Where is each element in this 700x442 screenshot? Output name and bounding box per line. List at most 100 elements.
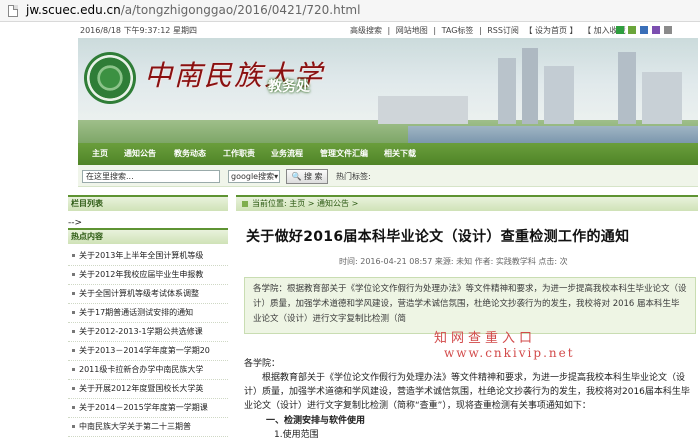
nav-process[interactable]: 业务流程 <box>271 148 303 159</box>
url-host: jw.scuec.edu.cn <box>26 3 121 17</box>
list-item[interactable]: 关于开展2012年度暨国校长大学英 <box>68 380 228 399</box>
bullet-icon <box>72 330 75 333</box>
article-meta: 时间: 2016-04-21 08:57 来源: 未知 作者: 实践教学科 点击… <box>339 257 568 266</box>
site-container: 2016/8/18 下午9:37:12 星期四 高级搜索 | 网站地图 | TA… <box>68 22 698 440</box>
list-item[interactable]: 2011级卡拉新合办学中南民族大学 <box>68 361 228 380</box>
watermark-url: www.cnkivip.net <box>444 346 575 360</box>
nav-duties[interactable]: 工作职责 <box>223 148 255 159</box>
building <box>642 72 682 124</box>
list-item-label: 中南民族大学关于第二十三期普 <box>79 422 191 431</box>
article-title: 关于做好2016届本科毕业论文（设计）查重检测工作的通知 <box>246 229 630 245</box>
list-item-label: 关于17期普通话测试安排的通知 <box>79 308 194 317</box>
list-item-label: 关于2012年我校应届毕业生申报教 <box>79 270 204 279</box>
nav-notices[interactable]: 通知公告 <box>124 148 156 159</box>
bullet-icon <box>72 406 75 409</box>
list-item-label: 关于全国计算机等级考试体系调整 <box>79 289 199 298</box>
list-item[interactable]: 关于全国计算机等级考试体系调整 <box>68 285 228 304</box>
breadcrumb-label: 当前位置: <box>252 199 287 208</box>
article-subheading: 1.使用范围 <box>274 430 319 440</box>
bullet-icon <box>72 273 75 276</box>
search-icon: 🔍 <box>291 172 302 181</box>
list-item-label: 关于2013年上半年全国计算机等级 <box>79 251 204 260</box>
nav-news[interactable]: 教务动态 <box>174 148 206 159</box>
list-item[interactable]: 关于17期普通话测试安排的通知 <box>68 304 228 323</box>
search-engine-label: google搜索 <box>231 172 275 181</box>
theme-swatch-4[interactable] <box>652 26 660 34</box>
main-nav: 主页 通知公告 教务动态 工作职责 业务流程 管理文件汇编 相关下载 <box>78 143 698 165</box>
advanced-search-link[interactable]: 高级搜索 <box>350 26 382 35</box>
list-item-label: 关于2014－2015学年度第一学期课 <box>79 403 208 412</box>
watermark-title: 知网查重入口 <box>434 331 537 346</box>
article-paragraph: 根据教育部关于《学位论文作假行为处理办法》等文件精神和要求，为进一步提高我校本科… <box>244 373 690 411</box>
article-summary: 各学院：根据教育部关于《学位论文作假行为处理办法》等文件精神和要求，为进一步提高… <box>244 277 696 334</box>
bullet-icon <box>72 425 75 428</box>
list-item[interactable]: 关于2013－2014学年度第一学期20 <box>68 342 228 361</box>
list-item-label: 关于开展2012年度暨国校长大学英 <box>79 384 204 393</box>
search-input[interactable]: 在这里搜索... <box>82 170 220 183</box>
location-icon <box>242 200 248 207</box>
separator: | <box>387 26 391 35</box>
bullet-icon <box>72 349 75 352</box>
breadcrumb-separator: > <box>307 199 315 208</box>
article-body: 各学院： 根据教育部关于《学位论文作假行为处理办法》等文件精神和要求，为进一步提… <box>244 354 698 442</box>
bullet-icon <box>72 311 75 314</box>
search-button[interactable]: 🔍 搜 索 <box>286 169 328 184</box>
university-logo <box>84 52 136 104</box>
list-item[interactable]: 关于2012年我校应届毕业生申报教 <box>68 266 228 285</box>
article: 关于做好2016届本科毕业论文（设计）查重检测工作的通知 时间: 2016-04… <box>244 226 698 440</box>
sidebar-arrow: --> <box>68 218 83 228</box>
search-bar: 在这里搜索... google搜索▾ 🔍 搜 索 热门标签: <box>78 165 698 187</box>
separator: | <box>433 26 437 35</box>
rss-link[interactable]: RSS订阅 <box>487 26 519 35</box>
banner-water <box>408 126 698 143</box>
nav-downloads[interactable]: 相关下载 <box>384 148 416 159</box>
bullet-icon <box>72 368 75 371</box>
tag-link[interactable]: TAG标签 <box>442 26 474 35</box>
bullet-icon <box>72 292 75 295</box>
building <box>544 66 574 124</box>
url-path: /a/tongzhigonggao/2016/0421/720.html <box>120 3 361 17</box>
top-info-strip: 2016/8/18 下午9:37:12 星期四 高级搜索 | 网站地图 | TA… <box>78 22 698 38</box>
theme-swatches <box>616 26 676 35</box>
bullet-icon <box>72 387 75 390</box>
list-item[interactable]: 关于2013年上半年全国计算机等级 <box>68 247 228 266</box>
separator: | <box>478 26 482 35</box>
hot-content-header: 热点内容 <box>68 228 228 244</box>
theme-swatch-3[interactable] <box>640 26 648 34</box>
search-engine-select[interactable]: google搜索▾ <box>228 170 280 183</box>
list-item[interactable]: 关于2014－2015学年度第一学期课 <box>68 399 228 418</box>
breadcrumb-separator: > <box>351 199 359 208</box>
hot-tags-label: 热门标签: <box>336 172 371 181</box>
theme-swatch-1[interactable] <box>616 26 624 34</box>
set-homepage-link[interactable]: 【 设为首页 】 <box>524 26 577 35</box>
breadcrumb: 当前位置: 主页 > 通知公告 > <box>236 195 698 211</box>
bullet-icon <box>72 254 75 257</box>
nav-home[interactable]: 主页 <box>92 148 108 159</box>
site-banner: 中南民族大学 教务处 <box>78 38 698 143</box>
list-item-label: 关于2013－2014学年度第一学期20 <box>79 346 210 355</box>
search-button-label: 搜 索 <box>303 172 323 181</box>
theme-swatch-2[interactable] <box>628 26 636 34</box>
list-item[interactable]: 中南民族大学关于第二十三期普 <box>68 418 228 437</box>
list-item-label: 2011级卡拉新合办学中南民族大学 <box>79 365 204 374</box>
address-bar[interactable]: jw.scuec.edu.cn/a/tongzhigonggao/2016/04… <box>0 0 700 22</box>
theme-swatch-5[interactable] <box>664 26 672 34</box>
hot-content-list: 关于2013年上半年全国计算机等级 关于2012年我校应届毕业生申报教 关于全国… <box>68 247 228 437</box>
url-text[interactable]: jw.scuec.edu.cn/a/tongzhigonggao/2016/04… <box>26 3 360 17</box>
building <box>522 48 538 124</box>
sitemap-link[interactable]: 网站地图 <box>396 26 428 35</box>
top-links: 高级搜索 | 网站地图 | TAG标签 | RSS订阅 【 设为首页 】 【 加… <box>350 25 639 36</box>
chevron-down-icon: ▾ <box>274 172 279 181</box>
left-sidebar: 栏目列表 --> 热点内容 关于2013年上半年全国计算机等级 关于2012年我… <box>68 195 228 437</box>
current-datetime: 2016/8/18 下午9:37:12 星期四 <box>80 26 197 35</box>
article-heading: 一、检测安排与软件使用 <box>266 416 366 426</box>
breadcrumb-home[interactable]: 主页 <box>289 199 305 208</box>
breadcrumb-section[interactable]: 通知公告 <box>317 199 349 208</box>
nav-documents[interactable]: 管理文件汇编 <box>320 148 368 159</box>
building <box>618 52 636 124</box>
building <box>498 58 516 124</box>
list-item[interactable]: 关于2012-2013-1学期公共选修课 <box>68 323 228 342</box>
list-item-label: 关于2012-2013-1学期公共选修课 <box>79 327 203 336</box>
page-icon <box>8 5 18 17</box>
column-list-header: 栏目列表 <box>68 195 228 211</box>
